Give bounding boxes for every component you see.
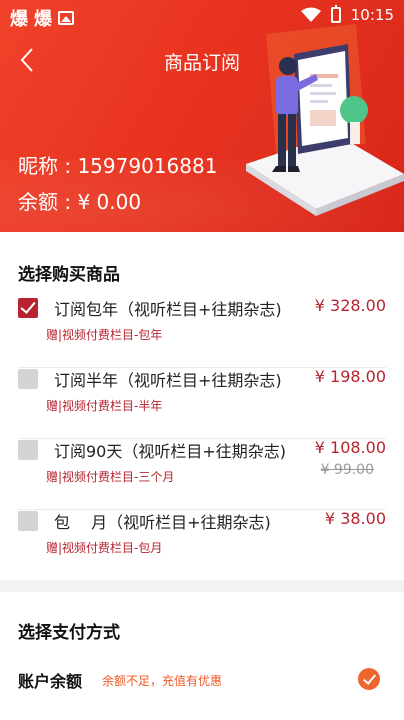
- nickname-text: 昵称 : 15979016881: [18, 154, 218, 178]
- product-price: ¥ 328.00: [314, 296, 386, 315]
- product-price: ¥ 108.00: [314, 438, 386, 457]
- checkbox-icon[interactable]: [18, 369, 38, 389]
- wifi-icon: [300, 7, 321, 22]
- payment-method-label: 账户余额: [18, 672, 83, 691]
- product-name: 订阅90天（视听栏目+往期杂志): [54, 442, 287, 461]
- payment-method-hint: 余额不足，充值有优惠: [102, 674, 223, 688]
- status-glyph-1: 爆: [10, 9, 28, 30]
- product-option-monthly[interactable]: 包 月（视听栏目+往期杂志) ¥ 38.00 赠|视频付费栏目-包月: [0, 509, 404, 571]
- product-option-half-year[interactable]: 订阅半年（视听栏目+往期杂志) ¥ 198.00 赠|视频付费栏目-半年: [0, 367, 404, 439]
- product-price: ¥ 198.00: [314, 367, 386, 386]
- payment-section: 选择支付方式 账户余额 余额不足，充值有优惠: [0, 592, 404, 720]
- product-name: 订阅包年（视听栏目+往期杂志): [54, 300, 282, 319]
- product-name: 订阅半年（视听栏目+往期杂志): [54, 371, 282, 390]
- payment-section-title: 选择支付方式: [18, 623, 120, 643]
- subscription-illustration: [246, 24, 404, 216]
- product-gift: 赠|视频付费栏目-包年: [46, 328, 163, 342]
- product-section-title: 选择购买商品: [18, 265, 120, 285]
- status-time: 10:15: [350, 6, 394, 24]
- product-original-price: ¥ 99.00: [320, 462, 374, 478]
- battery-icon: [330, 5, 341, 23]
- balance-text: 余额 : ¥ 0.00: [18, 190, 142, 214]
- product-gift: 赠|视频付费栏目-三个月: [46, 470, 175, 484]
- product-section: 选择购买商品 订阅包年（视听栏目+往期杂志) ¥ 328.00 赠|视频付费栏目…: [0, 232, 404, 580]
- product-price: ¥ 38.00: [324, 509, 386, 528]
- product-gift: 赠|视频付费栏目-半年: [46, 399, 163, 413]
- header-banner: 爆 爆 10:15 商品订阅 昵称: 15979016881 余额: ¥ 0…: [0, 0, 404, 232]
- checkbox-icon[interactable]: [18, 511, 38, 531]
- product-option-90-days[interactable]: 订阅90天（视听栏目+往期杂志) ¥ 108.00 ¥ 99.00 赠|视频付费…: [0, 438, 404, 510]
- checkbox-icon[interactable]: [18, 440, 38, 460]
- product-gift: 赠|视频付费栏目-包月: [46, 541, 163, 555]
- image-icon: [58, 11, 74, 25]
- product-option-yearly[interactable]: 订阅包年（视听栏目+往期杂志) ¥ 328.00 赠|视频付费栏目-包年: [0, 296, 404, 368]
- selected-check-icon[interactable]: [358, 668, 380, 690]
- product-name: 包 月（视听栏目+往期杂志): [54, 513, 271, 532]
- checkbox-checked-icon[interactable]: [18, 298, 38, 318]
- status-glyph-2: 爆: [34, 9, 52, 30]
